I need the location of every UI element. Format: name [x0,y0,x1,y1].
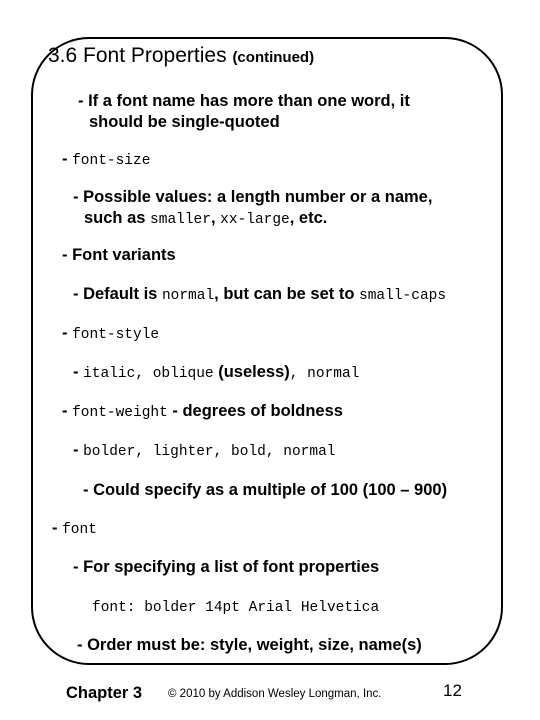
bullet-font-style: - font-style [62,324,160,343]
bullet-order: - Order must be: style, weight, size, na… [77,636,422,654]
bullet-font-list: - For specifying a list of font properti… [73,558,380,576]
bullet-font-size: - font-size [62,150,151,169]
title-suffix: (continued) [232,49,315,66]
code-example: font: bolder 14pt Arial Helvetica [92,600,380,616]
bullet-font-weight: - font-weight - degrees of boldness [62,402,343,421]
bullet-default-normal: - Default is normal, but can be set to s… [73,285,447,304]
page-number: 12 [443,681,462,700]
bullet-style-values: - italic, oblique (useless), normal [73,363,360,382]
title-main: 3.6 Font Properties [48,44,227,67]
bullet-font-variants: - Font variants [62,246,176,264]
footer-copyright: © 2010 by Addison Wesley Longman, Inc. [168,688,382,700]
bullet-quoted-names: - If a font name has more than one word,… [78,92,410,131]
footer-chapter: Chapter 3 [66,684,143,702]
bullet-possible-values: - Possible values: a length number or a … [73,188,433,228]
bullet-weight-values: - bolder, lighter, bold, normal [73,441,336,460]
bullet-multiple-of-100: - Could specify as a multiple of 100 (10… [83,481,448,499]
slide-title: 3.6 Font Properties (continued) [48,44,314,68]
bullet-font: - font [52,519,97,538]
